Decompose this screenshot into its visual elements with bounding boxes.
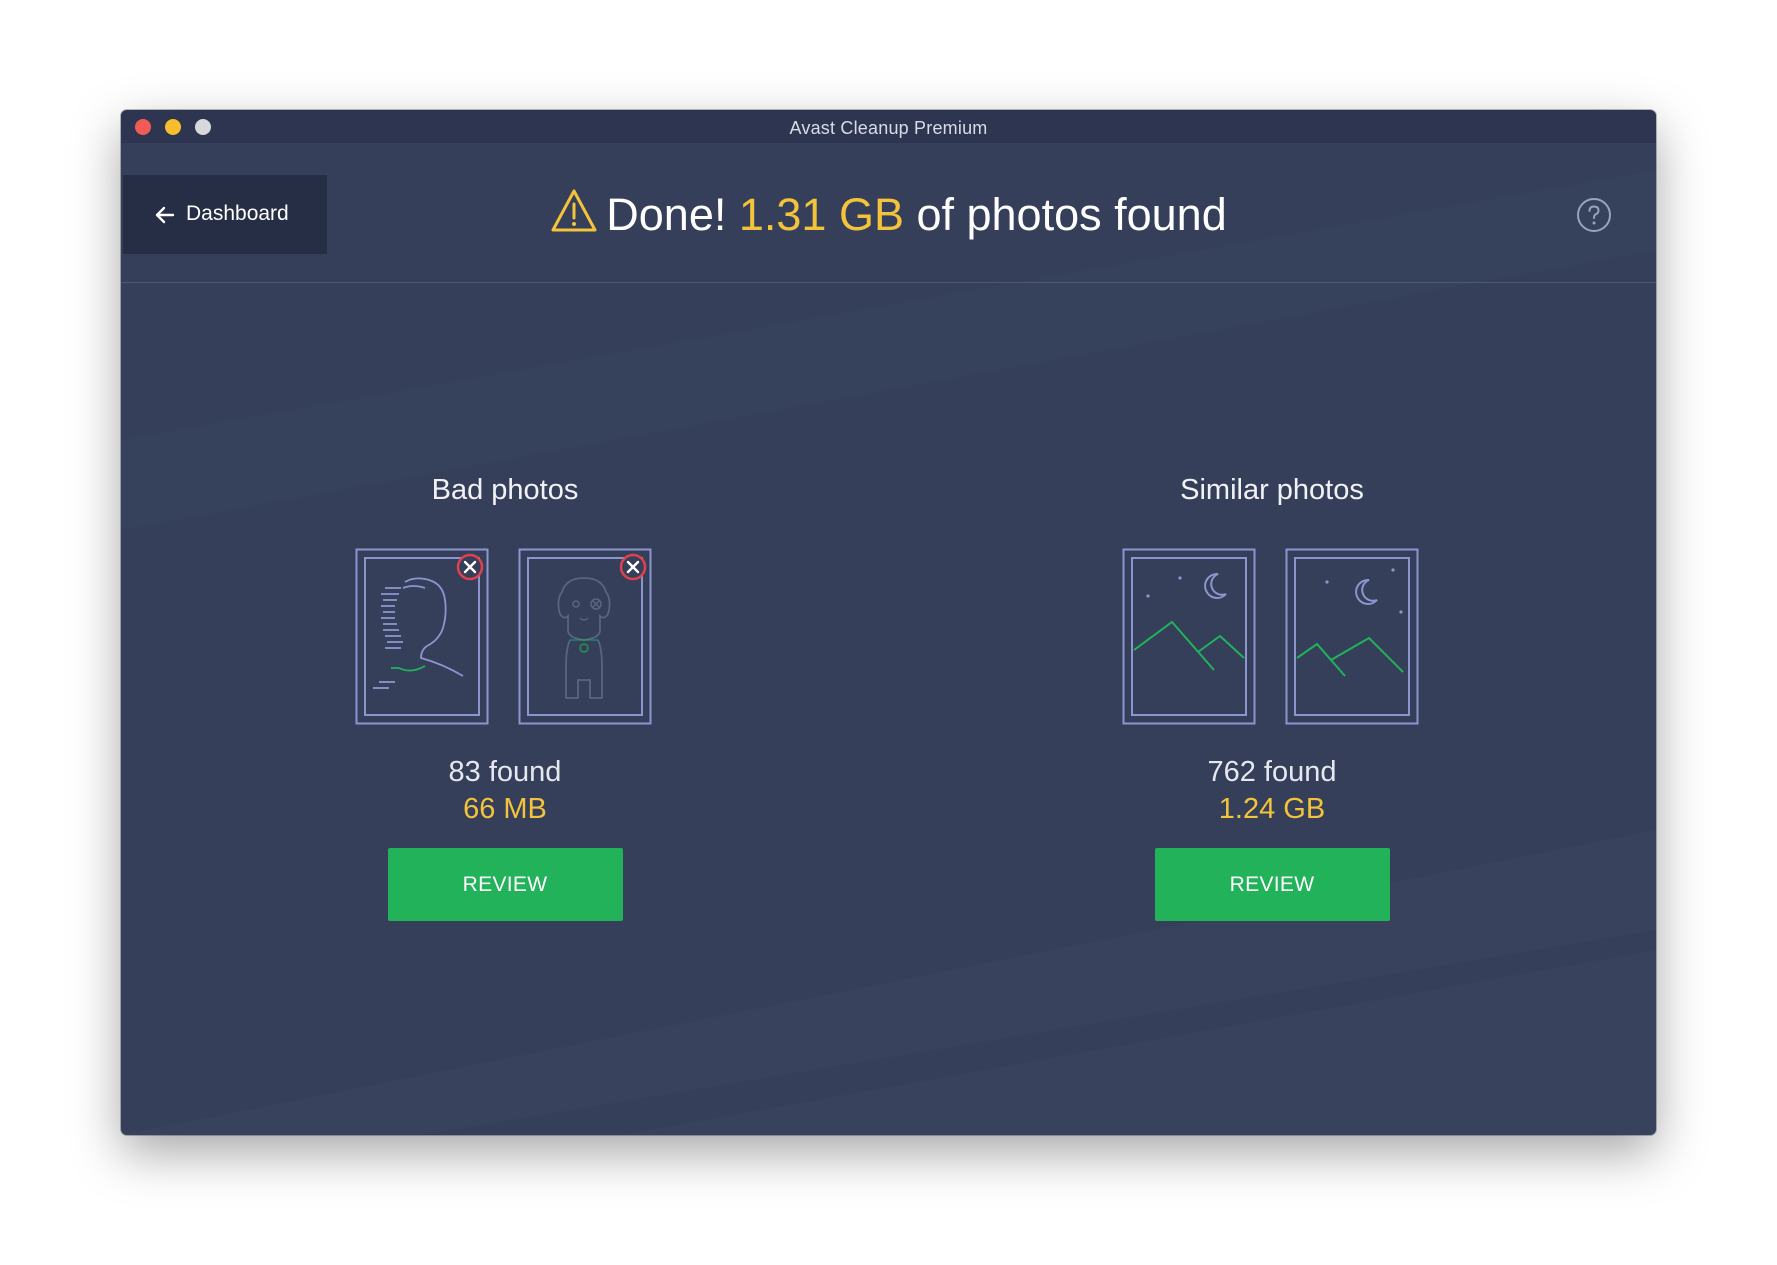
similar-photos-section: Similar photos 762 found 1.24 GB REVIEW [1062,470,1482,921]
window-title: Avast Cleanup Premium [789,118,988,138]
review-bad-photos-button[interactable]: REVIEW [387,848,623,921]
question-circle-icon[interactable] [1576,197,1612,233]
warning-triangle-icon [551,189,597,232]
found-size: 1.24 GB [1218,793,1326,825]
section-title: Similar photos [1180,474,1364,506]
review-similar-photos-button[interactable]: REVIEW [1154,848,1390,921]
similar-photos-illustration [1122,548,1422,728]
found-count: 762 found [1207,756,1337,788]
blurry-portrait-icon [355,548,489,725]
app-window: Avast Cleanup Premium Dashboard Done! 1.… [121,110,1656,1135]
bad-photos-illustration [355,548,655,728]
landscape-photo-icon [1285,548,1419,725]
headline-prefix: Done! [606,189,739,240]
section-title: Bad photos [431,474,579,506]
title-bar: Avast Cleanup Premium [121,110,1656,143]
landscape-photo-icon [1122,548,1256,725]
found-count: 83 found [448,756,562,788]
header-divider [121,282,1656,283]
headline-suffix: of photos found [903,189,1227,240]
dark-dog-photo-icon [518,548,652,725]
page-title: Done! 1.31 GB of photos found [121,188,1656,241]
found-size: 66 MB [463,793,547,825]
headline-amount: 1.31 GB [738,189,904,240]
bad-photos-section: Bad photos 83 found 66 MB REVIEW [295,470,715,921]
